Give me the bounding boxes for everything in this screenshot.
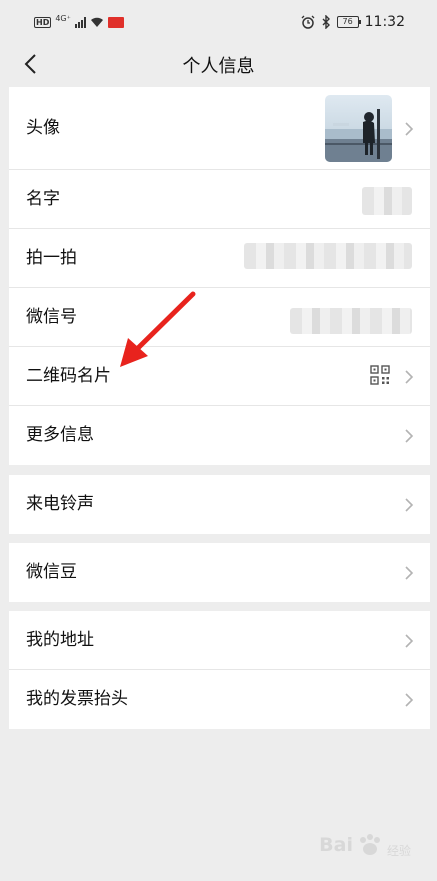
ringtone-row[interactable]: 来电铃声 [9,475,430,534]
alarm-icon [301,15,315,29]
chevron-right-icon [405,370,414,384]
watermark-suffix: 经验 [386,844,411,858]
baidu-jingyan-watermark: Bai 经验 [319,830,411,859]
invoice-title-row[interactable]: 我的发票抬头 [9,670,430,729]
beans-label: 微信豆 [26,562,77,582]
name-label: 名字 [26,189,60,209]
wechat-id-label: 微信号 [26,307,77,327]
chevron-right-icon [405,693,414,707]
qr-code-row[interactable]: 二维码名片 [9,347,430,406]
status-left: HD 4G⁺ [34,14,124,30]
battery-icon: 76 [336,16,361,28]
clock: 11:32 [364,14,405,30]
address-group: 我的地址 我的发票抬头 [9,611,430,729]
pat-value-redacted [244,243,412,269]
page-title: 个人信息 [182,56,255,77]
wifi-icon [90,17,103,27]
more-info-label: 更多信息 [26,425,94,445]
beans-group: 微信豆 [9,543,430,602]
ringtone-label: 来电铃声 [26,494,94,514]
watermark-brand: Bai [319,833,353,856]
wechat-id-value-redacted [290,308,412,334]
beans-row[interactable]: 微信豆 [9,543,430,602]
wechat-id-row[interactable]: 微信号 [9,288,430,347]
chevron-right-icon [405,498,414,512]
profile-group: 头像 名字 拍一拍 微信号 二维码名片 更多信息 [9,87,430,465]
network-type: 4G⁺ [55,14,71,23]
invoice-title-label: 我的发票抬头 [26,689,128,709]
status-bar: HD 4G⁺ 76 11:32 [0,0,437,44]
nav-bar: 个人信息 [0,44,437,84]
avatar-row[interactable]: 头像 [9,87,430,170]
hd-badge: HD [34,16,52,28]
chevron-right-icon [405,634,414,648]
qr-code-icon [370,365,390,385]
more-info-row[interactable]: 更多信息 [9,406,430,465]
profile-screen: HD 4G⁺ 76 11:32 个人信息 头像 名字 拍一拍 微信号 二维码名片… [0,0,437,881]
avatar-label: 头像 [26,118,60,138]
name-value-redacted [362,187,412,215]
address-label: 我的地址 [26,630,94,650]
status-right: 76 11:32 [301,13,405,31]
name-row[interactable]: 名字 [9,170,430,229]
pat-label: 拍一拍 [26,248,77,268]
paw-icon [359,833,380,855]
app-notification-icon [107,16,124,28]
chevron-right-icon [405,122,414,136]
avatar[interactable] [325,95,392,162]
signal-icon [74,16,86,28]
address-row[interactable]: 我的地址 [9,611,430,670]
bluetooth-icon [322,15,330,29]
pat-row[interactable]: 拍一拍 [9,229,430,288]
ringtone-group: 来电铃声 [9,475,430,534]
chevron-right-icon [405,429,414,443]
qr-code-label: 二维码名片 [26,366,111,386]
chevron-right-icon [405,566,414,580]
